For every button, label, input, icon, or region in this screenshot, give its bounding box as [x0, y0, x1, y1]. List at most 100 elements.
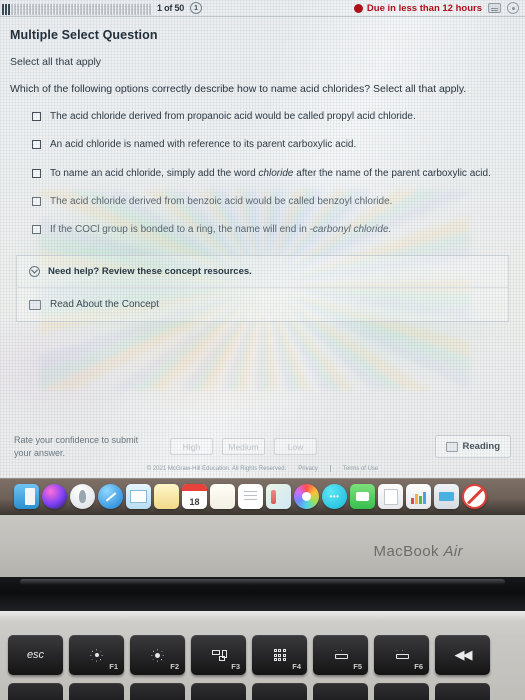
progress-tick[interactable] — [23, 3, 25, 15]
progress-tick[interactable] — [14, 3, 16, 15]
dock-siri-icon[interactable] — [42, 484, 67, 509]
checkbox-icon[interactable] — [32, 196, 41, 206]
confidence-medium-button[interactable]: Medium — [222, 438, 265, 456]
key-7[interactable] — [435, 683, 490, 700]
dock-launchpad-icon[interactable] — [70, 484, 95, 509]
progress-tick[interactable] — [71, 3, 73, 15]
dock-numbers-icon[interactable] — [406, 484, 431, 509]
dock-mail-icon[interactable] — [126, 484, 151, 509]
progress-tick[interactable] — [104, 3, 106, 15]
progress-tick[interactable] — [59, 3, 61, 15]
progress-tick[interactable] — [44, 3, 46, 15]
timer-icon[interactable] — [507, 2, 519, 14]
key-f5-keyboard-dim[interactable]: F5 — [313, 635, 368, 675]
dock-pages-icon[interactable] — [378, 484, 403, 509]
progress-tick[interactable] — [68, 3, 70, 15]
read-about-concept-link[interactable]: Read About the Concept — [17, 288, 508, 321]
progress-tick[interactable] — [11, 3, 13, 15]
progress-tick[interactable] — [41, 3, 43, 15]
progress-tick[interactable] — [53, 3, 55, 15]
progress-tick[interactable] — [113, 3, 115, 15]
key-2[interactable] — [130, 683, 185, 700]
concept-resources-header[interactable]: Need help? Review these concept resource… — [17, 256, 508, 289]
progress-tick[interactable] — [149, 3, 151, 15]
answer-option[interactable]: The acid chloride derived from benzoic a… — [32, 195, 515, 209]
progress-tick[interactable] — [50, 3, 52, 15]
dock-stickies-icon[interactable] — [210, 484, 235, 509]
progress-tick[interactable] — [35, 3, 37, 15]
dock-keynote-icon[interactable] — [434, 484, 459, 509]
key-f1-brightness-down[interactable]: F1 — [69, 635, 124, 675]
calculator-icon[interactable] — [488, 3, 501, 13]
progress-tick[interactable] — [116, 3, 118, 15]
progress-tick[interactable] — [26, 3, 28, 15]
key-tilde[interactable] — [8, 683, 63, 700]
key-esc[interactable]: esc — [8, 635, 63, 675]
dock-facetime-icon[interactable] — [350, 484, 375, 509]
progress-tick[interactable] — [89, 3, 91, 15]
key-f3-mission-control[interactable]: F3 — [191, 635, 246, 675]
dock-maps-icon[interactable] — [266, 484, 291, 509]
progress-tick[interactable] — [17, 3, 19, 15]
progress-tick[interactable] — [92, 3, 94, 15]
key-f4-launchpad[interactable]: F4 — [252, 635, 307, 675]
answer-option[interactable]: The acid chloride derived from propanoic… — [32, 110, 515, 124]
progress-tick[interactable] — [74, 3, 76, 15]
progress-tick[interactable] — [62, 3, 64, 15]
progress-tick[interactable] — [20, 3, 22, 15]
dock-reminders-icon[interactable] — [238, 484, 263, 509]
privacy-link[interactable]: Privacy — [298, 466, 318, 472]
key-5[interactable] — [313, 683, 368, 700]
terms-link[interactable]: Terms of Use — [343, 466, 378, 472]
progress-tick[interactable] — [56, 3, 58, 15]
progress-tick[interactable] — [143, 3, 145, 15]
dock-do-not-disturb-icon[interactable] — [462, 484, 487, 509]
dock-safari-icon[interactable] — [98, 484, 123, 509]
checkbox-icon[interactable] — [32, 224, 41, 234]
dock-calendar-icon[interactable]: 18 — [182, 484, 207, 509]
key-f6-keyboard-bright[interactable]: F6 — [374, 635, 429, 675]
answer-option[interactable]: If the COCl group is bonded to a ring, t… — [32, 223, 515, 237]
progress-tick[interactable] — [83, 3, 85, 15]
progress-tick[interactable] — [98, 3, 100, 15]
checkbox-icon[interactable] — [32, 112, 41, 122]
progress-tick[interactable] — [77, 3, 79, 15]
reading-button[interactable]: Reading — [434, 435, 511, 459]
progress-tick[interactable] — [29, 3, 31, 15]
answer-option[interactable]: To name an acid chloride, simply add the… — [32, 167, 515, 181]
progress-tick[interactable] — [80, 3, 82, 15]
key-f7-rewind[interactable]: ◀◀ — [435, 635, 490, 675]
progress-tick[interactable] — [47, 3, 49, 15]
progress-tick[interactable] — [146, 3, 148, 15]
progress-tick[interactable] — [8, 3, 10, 15]
key-4[interactable] — [252, 683, 307, 700]
progress-tick[interactable] — [119, 3, 121, 15]
progress-tick[interactable] — [2, 3, 4, 15]
progress-tick[interactable] — [65, 3, 67, 15]
progress-tick[interactable] — [128, 3, 130, 15]
checkbox-icon[interactable] — [32, 140, 41, 150]
progress-tick[interactable] — [101, 3, 103, 15]
question-progress-ticks[interactable] — [2, 2, 151, 15]
key-6[interactable] — [374, 683, 429, 700]
checkbox-icon[interactable] — [32, 168, 41, 178]
confidence-high-button[interactable]: High — [170, 438, 213, 456]
answer-option[interactable]: An acid chloride is named with reference… — [32, 138, 515, 152]
progress-tick[interactable] — [140, 3, 142, 15]
dock-photos-icon[interactable] — [294, 484, 319, 509]
dock-notes-icon[interactable] — [154, 484, 179, 509]
progress-tick[interactable] — [86, 3, 88, 15]
progress-tick[interactable] — [107, 3, 109, 15]
progress-tick[interactable] — [131, 3, 133, 15]
progress-tick[interactable] — [38, 3, 40, 15]
dock-messages-icon[interactable] — [322, 484, 347, 509]
progress-tick[interactable] — [122, 3, 124, 15]
progress-tick[interactable] — [125, 3, 127, 15]
key-f2-brightness-up[interactable]: F2 — [130, 635, 185, 675]
dock-finder-icon[interactable] — [14, 484, 39, 509]
key-3[interactable] — [191, 683, 246, 700]
question-number-badge[interactable]: 1 — [190, 2, 203, 14]
key-1[interactable] — [69, 683, 124, 700]
progress-tick[interactable] — [32, 3, 34, 15]
chevron-down-circle-icon[interactable] — [29, 266, 40, 278]
